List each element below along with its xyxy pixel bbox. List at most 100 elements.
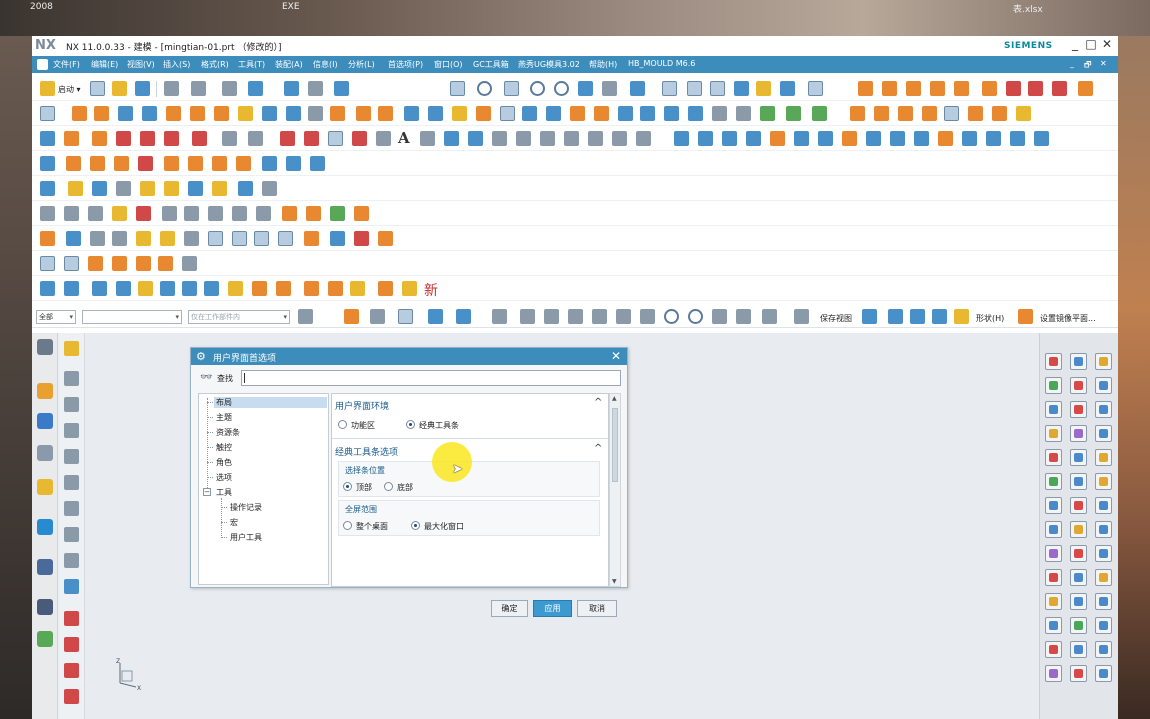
sphere-icon[interactable] <box>238 106 253 121</box>
draw-trim-icon[interactable] <box>136 256 151 271</box>
iso-view-icon[interactable] <box>734 81 749 96</box>
bridge-curve-icon[interactable] <box>516 131 531 146</box>
block-icon[interactable] <box>286 106 301 121</box>
type-filter-dropdown[interactable]: 全部 ▾ <box>36 310 76 324</box>
curve-wave-icon[interactable] <box>64 553 79 568</box>
snap-center-icon[interactable] <box>664 309 679 324</box>
tree-item-macro[interactable]: 宏 <box>230 517 238 528</box>
solid-26-icon[interactable] <box>1070 545 1087 562</box>
curve-step-icon[interactable] <box>64 689 79 704</box>
bulb-6-icon[interactable] <box>184 231 199 246</box>
snap-control-icon[interactable] <box>568 309 583 324</box>
mold-tool-6-icon[interactable] <box>982 81 997 96</box>
solid-31-icon[interactable] <box>1045 593 1062 610</box>
inner-restore-button[interactable]: 🗗 <box>1084 59 1092 73</box>
bulb-1-icon[interactable] <box>66 231 81 246</box>
surface-1-icon[interactable] <box>674 131 689 146</box>
chamfer-icon[interactable] <box>594 106 609 121</box>
view-tool-4-icon[interactable] <box>932 309 947 324</box>
curve-tangent-icon[interactable] <box>64 475 79 490</box>
mold-tool-1-icon[interactable] <box>858 81 873 96</box>
check-icon[interactable] <box>786 106 801 121</box>
weld-icon[interactable] <box>184 206 199 221</box>
surface-11-icon[interactable] <box>914 131 929 146</box>
mirror-feature-icon[interactable] <box>618 106 633 121</box>
cone-icon[interactable] <box>308 106 323 121</box>
point-constructor-icon[interactable] <box>192 131 207 146</box>
solid-3-icon[interactable] <box>1095 353 1112 370</box>
boss-icon[interactable] <box>166 106 181 121</box>
group-icon[interactable] <box>286 156 301 171</box>
solid-23-icon[interactable] <box>1070 521 1087 538</box>
section-view-icon[interactable] <box>756 81 771 96</box>
chevron-up-icon[interactable]: ^ <box>594 397 602 408</box>
menu-assembly[interactable]: 装配(A) <box>275 59 303 70</box>
color-filter-icon[interactable] <box>116 131 131 146</box>
snap-view-icon[interactable] <box>334 81 349 96</box>
select-face-icon[interactable] <box>456 309 471 324</box>
solid-4-icon[interactable] <box>1045 377 1062 394</box>
text-tool-icon[interactable]: A <box>398 129 410 147</box>
surface-7-icon[interactable] <box>818 131 833 146</box>
menu-tools[interactable]: 工具(T) <box>238 59 265 70</box>
fit-view-icon[interactable] <box>450 81 465 96</box>
cylinder-icon[interactable] <box>262 106 277 121</box>
scrollbar-thumb[interactable] <box>612 408 618 482</box>
part-cooling-icon[interactable] <box>328 281 343 296</box>
line-icon[interactable] <box>280 131 295 146</box>
slot-edit-icon[interactable] <box>188 156 203 171</box>
reuse-library-icon[interactable] <box>37 479 53 495</box>
snap-face-icon[interactable] <box>762 309 777 324</box>
zoom-icon[interactable] <box>477 81 492 96</box>
draw-segment-icon[interactable] <box>64 256 79 271</box>
open-drawing-icon[interactable] <box>306 206 321 221</box>
surface-9-icon[interactable] <box>866 131 881 146</box>
datum-icon[interactable] <box>64 206 79 221</box>
menu-file[interactable]: 文件(F) <box>53 59 80 70</box>
menu-help[interactable]: 帮助(H) <box>589 59 617 70</box>
delete-object-icon[interactable] <box>138 156 153 171</box>
part-grid-icon[interactable] <box>40 281 55 296</box>
groove-edit-icon[interactable] <box>236 156 251 171</box>
snap-line-icon[interactable] <box>736 309 751 324</box>
pull-face-icon[interactable] <box>712 106 727 121</box>
project-curve-icon[interactable] <box>468 131 483 146</box>
solid-39-icon[interactable] <box>1095 641 1112 658</box>
draft-icon[interactable] <box>476 106 491 121</box>
select-rect-icon[interactable] <box>398 309 413 324</box>
curve-tool-1-icon[interactable] <box>850 106 865 121</box>
menu-information[interactable]: 信息(I) <box>313 59 338 70</box>
pocket-icon[interactable] <box>190 106 205 121</box>
solid-40-icon[interactable] <box>1045 665 1062 682</box>
command-finder-icon[interactable] <box>308 81 323 96</box>
part-bolt-icon[interactable] <box>182 281 197 296</box>
surface-8-icon[interactable] <box>842 131 857 146</box>
intersect-curve-icon[interactable] <box>492 131 507 146</box>
solid-22-icon[interactable] <box>1045 521 1062 538</box>
curve-hook-icon[interactable] <box>64 637 79 652</box>
panel-scrollbar[interactable]: ▲ ▼ <box>609 393 621 587</box>
menu-window[interactable]: 窗口(O) <box>434 59 463 70</box>
solid-19-icon[interactable] <box>1045 497 1062 514</box>
trim-curve-icon[interactable] <box>564 131 579 146</box>
delete-face-icon[interactable] <box>664 106 679 121</box>
solid-9-icon[interactable] <box>1095 401 1112 418</box>
extrude-icon[interactable] <box>72 106 87 121</box>
radio-ribbon[interactable] <box>338 420 347 429</box>
dimension-icon[interactable] <box>222 131 237 146</box>
solid-30-icon[interactable] <box>1095 569 1112 586</box>
nx-menu-icon[interactable] <box>37 59 48 70</box>
ungroup-icon[interactable] <box>310 156 325 171</box>
minimize-button[interactable]: _ <box>1068 37 1082 51</box>
solid-13-icon[interactable] <box>1045 449 1062 466</box>
inner-close-button[interactable]: ✕ <box>1100 59 1107 68</box>
solid-27-icon[interactable] <box>1095 545 1112 562</box>
render-style-icon[interactable] <box>602 81 617 96</box>
snap-point-on-icon[interactable] <box>712 309 727 324</box>
constraint-icon[interactable] <box>248 131 263 146</box>
solid-25-icon[interactable] <box>1045 545 1062 562</box>
mold-grid-icon[interactable] <box>262 181 277 196</box>
part-slot-icon[interactable] <box>252 281 267 296</box>
snap-quadrant-icon[interactable] <box>688 309 703 324</box>
solid-33-icon[interactable] <box>1095 593 1112 610</box>
